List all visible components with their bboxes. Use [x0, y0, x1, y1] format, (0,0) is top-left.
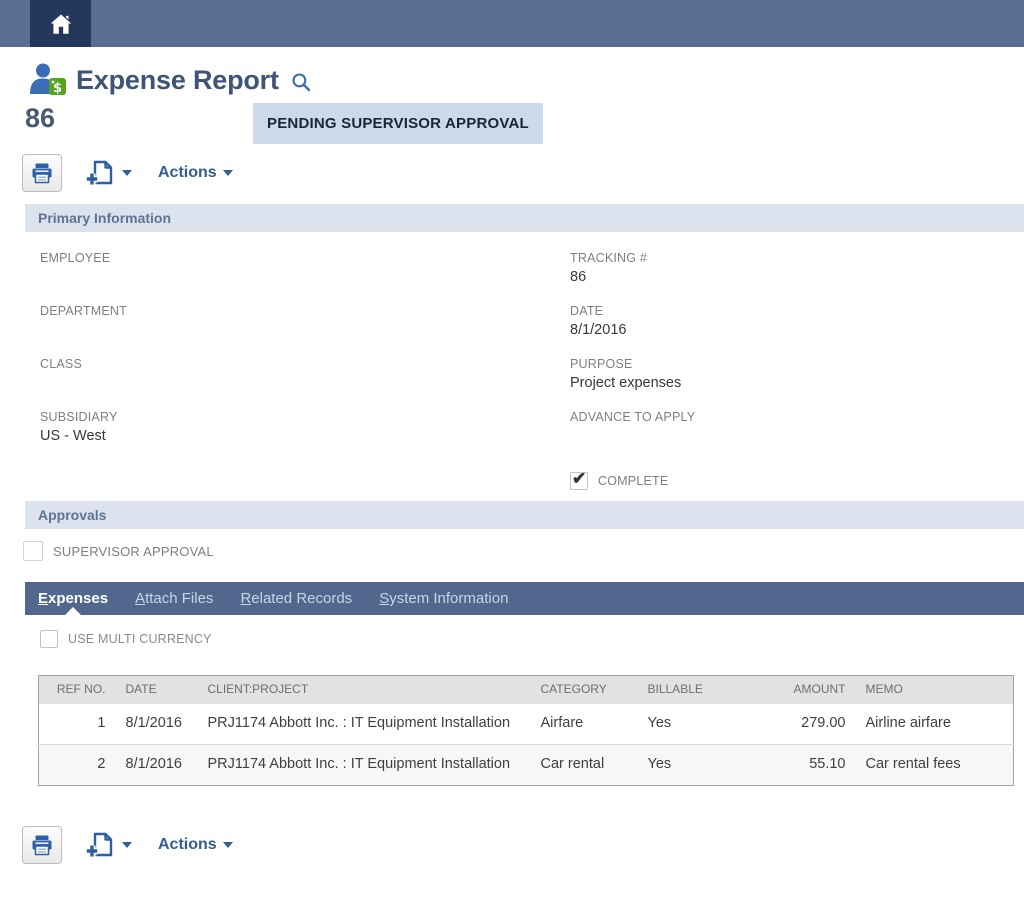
- field-label: ADVANCE TO APPLY: [570, 410, 1024, 424]
- cell-billable: Yes: [638, 704, 751, 744]
- section-header-primary-information[interactable]: Primary Information: [25, 204, 1024, 232]
- cell-client-project: PRJ1174 Abbott Inc. : IT Equipment Insta…: [198, 744, 531, 785]
- field-label: DEPARTMENT: [40, 304, 570, 318]
- printer-icon: [30, 161, 54, 185]
- expense-report-icon: $: [28, 61, 68, 99]
- section-header-approvals[interactable]: Approvals: [25, 501, 1024, 529]
- field-label: PURPOSE: [570, 357, 1024, 371]
- field-department: DEPARTMENT: [40, 304, 570, 357]
- chevron-down-icon: [223, 842, 233, 848]
- tab-related-records[interactable]: Related Records: [240, 582, 352, 615]
- cell-client-project: PRJ1174 Abbott Inc. : IT Equipment Insta…: [198, 704, 531, 744]
- column-header-ref-no: REF NO.: [39, 676, 116, 705]
- column-header-client-project: CLIENT:PROJECT: [198, 676, 531, 705]
- fields-right-column: TRACKING # 86 DATE 8/1/2016 PURPOSE Proj…: [570, 251, 1024, 490]
- fields-left-column: EMPLOYEE DEPARTMENT CLASS SUBSIDIARY US …: [40, 251, 570, 490]
- field-class: CLASS: [40, 357, 570, 410]
- section-title: Primary Information: [38, 210, 171, 226]
- tab-label: Related Records: [240, 590, 352, 607]
- svg-text:$: $: [53, 81, 62, 96]
- record-row: 86 PENDING SUPERVISOR APPROVAL: [25, 103, 1024, 144]
- home-icon: [48, 11, 74, 37]
- field-value: 86: [570, 269, 1024, 285]
- table-row: 2 8/1/2016 PRJ1174 Abbott Inc. : IT Equi…: [39, 744, 1014, 785]
- page-header: $ Expense Report: [28, 61, 1024, 99]
- supervisor-approval-field: SUPERVISOR APPROVAL: [23, 541, 1024, 561]
- complete-field: COMPLETE: [570, 472, 1024, 490]
- field-advance-to-apply: ADVANCE TO APPLY: [570, 410, 1024, 463]
- field-label: SUBSIDIARY: [40, 410, 570, 424]
- chevron-down-icon: [223, 170, 233, 176]
- new-document-icon: [86, 159, 116, 187]
- new-document-button[interactable]: [86, 831, 132, 859]
- column-header-memo: MEMO: [856, 676, 1014, 705]
- expense-lines-table: REF NO. DATE CLIENT:PROJECT CATEGORY BIL…: [38, 675, 1014, 786]
- use-multi-currency-field: USE MULTI CURRENCY: [40, 630, 1024, 648]
- complete-checkbox[interactable]: [570, 472, 588, 490]
- actions-button[interactable]: Actions: [158, 164, 233, 182]
- section-title: Approvals: [38, 507, 106, 523]
- field-label: TRACKING #: [570, 251, 1024, 265]
- tab-attach-files[interactable]: Attach Files: [135, 582, 213, 615]
- primary-information-fields: EMPLOYEE DEPARTMENT CLASS SUBSIDIARY US …: [40, 232, 1024, 490]
- field-date: DATE 8/1/2016: [570, 304, 1024, 357]
- chevron-down-icon: [122, 170, 132, 176]
- supervisor-approval-label: SUPERVISOR APPROVAL: [53, 544, 214, 559]
- record-tabbar: Expenses Attach Files Related Records Sy…: [25, 582, 1024, 615]
- tab-label: System Information: [379, 590, 508, 607]
- tab-label: Attach Files: [135, 590, 213, 607]
- search-icon[interactable]: [291, 72, 311, 92]
- top-navbar: [0, 0, 1024, 47]
- field-label: DATE: [570, 304, 1024, 318]
- column-header-amount: AMOUNT: [751, 676, 856, 705]
- actions-button[interactable]: Actions: [158, 836, 233, 854]
- bottom-toolbar: Actions: [22, 825, 1024, 865]
- tab-expenses[interactable]: Expenses: [38, 582, 108, 615]
- home-button[interactable]: [30, 0, 91, 47]
- field-label: EMPLOYEE: [40, 251, 570, 265]
- field-tracking-number: TRACKING # 86: [570, 251, 1024, 304]
- supervisor-approval-checkbox[interactable]: [23, 541, 43, 561]
- field-value: US - West: [40, 428, 570, 444]
- new-document-icon: [86, 831, 116, 859]
- tab-label: Expenses: [38, 590, 108, 607]
- column-header-category: CATEGORY: [531, 676, 638, 705]
- cell-ref-no: 2: [39, 744, 116, 785]
- new-document-button[interactable]: [86, 159, 132, 187]
- print-button[interactable]: [22, 154, 62, 192]
- cell-date: 8/1/2016: [116, 704, 198, 744]
- field-purpose: PURPOSE Project expenses: [570, 357, 1024, 410]
- tab-system-information[interactable]: System Information: [379, 582, 508, 615]
- use-multi-currency-checkbox[interactable]: [40, 630, 58, 648]
- status-badge: PENDING SUPERVISOR APPROVAL: [253, 103, 543, 144]
- chevron-down-icon: [122, 842, 132, 848]
- top-toolbar: Actions: [22, 153, 1024, 193]
- field-subsidiary: SUBSIDIARY US - West: [40, 410, 570, 463]
- cell-category: Car rental: [531, 744, 638, 785]
- cell-billable: Yes: [638, 744, 751, 785]
- table-header: REF NO. DATE CLIENT:PROJECT CATEGORY BIL…: [39, 676, 1014, 705]
- column-header-billable: BILLABLE: [638, 676, 751, 705]
- field-value: 8/1/2016: [570, 322, 1024, 338]
- cell-date: 8/1/2016: [116, 744, 198, 785]
- use-multi-currency-label: USE MULTI CURRENCY: [68, 632, 212, 646]
- cell-amount: 279.00: [751, 704, 856, 744]
- cell-ref-no: 1: [39, 704, 116, 744]
- actions-label: Actions: [158, 164, 217, 182]
- table-row: 1 8/1/2016 PRJ1174 Abbott Inc. : IT Equi…: [39, 704, 1014, 744]
- field-employee: EMPLOYEE: [40, 251, 570, 304]
- column-header-date: DATE: [116, 676, 198, 705]
- cell-memo: Airline airfare: [856, 704, 1014, 744]
- cell-memo: Car rental fees: [856, 744, 1014, 785]
- cell-amount: 55.10: [751, 744, 856, 785]
- cell-category: Airfare: [531, 704, 638, 744]
- print-button[interactable]: [22, 826, 62, 864]
- page-title: Expense Report: [76, 65, 279, 96]
- field-label: CLASS: [40, 357, 570, 371]
- actions-label: Actions: [158, 836, 217, 854]
- printer-icon: [30, 833, 54, 857]
- record-id: 86: [25, 103, 253, 134]
- field-value: Project expenses: [570, 375, 1024, 391]
- complete-label: COMPLETE: [598, 474, 668, 488]
